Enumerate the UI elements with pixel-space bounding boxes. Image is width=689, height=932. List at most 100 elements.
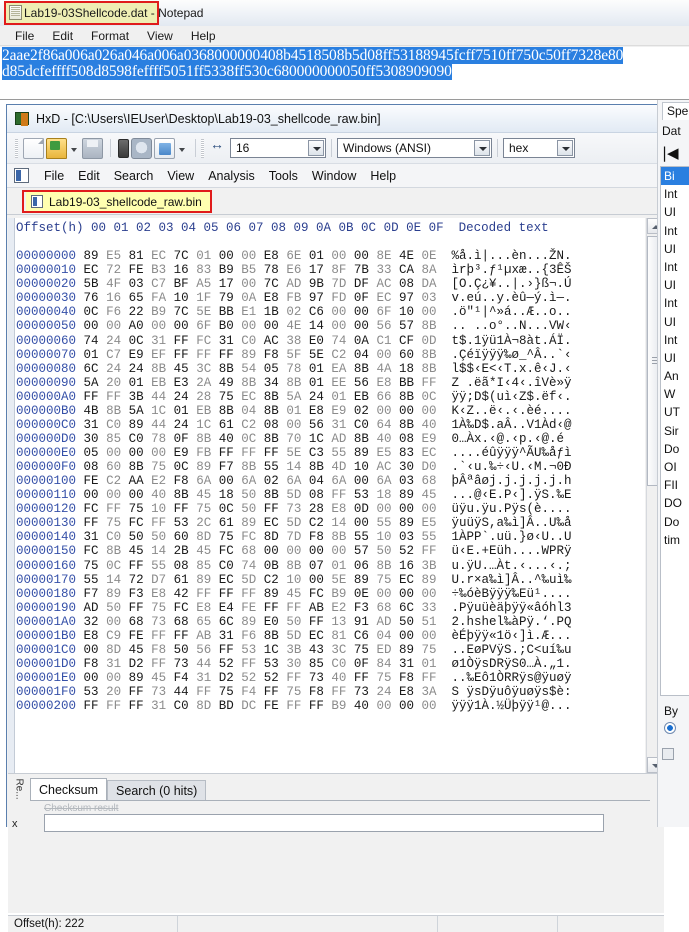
- hex-row-ascii[interactable]: .Çéïÿÿÿ‰ø_^Â..`‹: [437, 348, 572, 362]
- hex-byte[interactable]: 0C: [174, 460, 189, 474]
- hex-byte[interactable]: FF: [241, 587, 256, 601]
- hex-row-bytes[interactable]: FC 8B 45 14 2B 45 FC 68 00 00 00 00 57 5…: [76, 544, 437, 558]
- hex-byte[interactable]: E4: [219, 601, 234, 615]
- hex-byte[interactable]: 5E: [309, 348, 324, 362]
- hex-byte[interactable]: FF: [309, 615, 324, 629]
- hex-byte[interactable]: AD: [286, 277, 301, 291]
- hex-byte[interactable]: C0: [106, 418, 121, 432]
- hex-byte[interactable]: 00: [422, 587, 437, 601]
- hex-byte[interactable]: 00: [422, 699, 437, 713]
- hex-byte[interactable]: 00: [422, 502, 437, 516]
- hex-byte[interactable]: 00: [84, 319, 99, 333]
- hex-byte[interactable]: EE: [331, 376, 346, 390]
- hex-row-bytes[interactable]: 01 C7 E9 EF FF FF FF 89 F8 5F 5E C2 04 0…: [76, 348, 437, 362]
- hex-byte[interactable]: 00: [376, 502, 391, 516]
- hex-row-bytes[interactable]: 05 00 00 00 E9 FB FF FF FF 5E C3 55 89 E…: [76, 446, 437, 460]
- hex-byte[interactable]: C0: [241, 334, 256, 348]
- hxd-menu-tools[interactable]: Tools: [262, 166, 305, 186]
- hex-byte[interactable]: 56: [196, 643, 211, 657]
- hex-byte[interactable]: 8B: [241, 460, 256, 474]
- inspector-row[interactable]: Do: [661, 513, 689, 531]
- hex-byte[interactable]: FC: [219, 544, 234, 558]
- hex-byte[interactable]: 45: [196, 488, 211, 502]
- hex-byte[interactable]: C2: [241, 418, 256, 432]
- hex-byte[interactable]: 0C: [219, 502, 234, 516]
- offset-base-dropdown-icon[interactable]: [557, 140, 573, 156]
- hex-byte[interactable]: BD: [219, 699, 234, 713]
- hex-byte[interactable]: FF: [129, 601, 144, 615]
- hex-byte[interactable]: 8B: [174, 488, 189, 502]
- toolbar-grip-1[interactable]: [15, 139, 18, 158]
- hex-byte[interactable]: 75: [219, 685, 234, 699]
- hex-byte[interactable]: C0: [129, 432, 144, 446]
- hex-row-bytes[interactable]: EC 72 FE B3 16 83 B9 B5 78 E6 17 8F 7B 3…: [76, 263, 437, 277]
- inspector-row[interactable]: tim: [661, 531, 689, 549]
- hex-byte[interactable]: 5A: [129, 404, 144, 418]
- hex-row-ascii[interactable]: [O.Ç¿¥..|.›}ß¬.Ú: [437, 277, 572, 291]
- hex-byte[interactable]: FF: [84, 516, 99, 530]
- hex-byte[interactable]: 31: [151, 334, 166, 348]
- hex-byte[interactable]: A5: [196, 277, 211, 291]
- hex-byte[interactable]: FF: [106, 699, 121, 713]
- hex-byte[interactable]: 04: [241, 404, 256, 418]
- hex-byte[interactable]: D2: [219, 671, 234, 685]
- hex-byte[interactable]: 14: [309, 319, 324, 333]
- hex-byte[interactable]: B9: [331, 587, 346, 601]
- hex-byte[interactable]: 00: [219, 474, 234, 488]
- hex-byte[interactable]: EC: [309, 629, 324, 643]
- hex-byte[interactable]: D2: [129, 657, 144, 671]
- hex-byte[interactable]: 45: [129, 544, 144, 558]
- hex-byte[interactable]: 68: [376, 601, 391, 615]
- inspector-row[interactable]: Sir: [661, 422, 689, 440]
- hex-byte[interactable]: 56: [309, 418, 324, 432]
- hex-byte[interactable]: 00: [241, 319, 256, 333]
- hex-byte[interactable]: 00: [264, 319, 279, 333]
- hex-byte[interactable]: 5F: [286, 348, 301, 362]
- hex-byte[interactable]: 4E: [286, 319, 301, 333]
- hex-byte[interactable]: FF: [422, 544, 437, 558]
- hex-byte[interactable]: 44: [196, 657, 211, 671]
- hex-byte[interactable]: 8B: [422, 362, 437, 376]
- hex-byte[interactable]: FE: [264, 699, 279, 713]
- hxd-menu-help[interactable]: Help: [363, 166, 403, 186]
- hex-byte[interactable]: 14: [286, 460, 301, 474]
- hex-byte[interactable]: 31: [219, 629, 234, 643]
- hex-byte[interactable]: E9: [174, 446, 189, 460]
- hex-byte[interactable]: 00: [84, 643, 99, 657]
- hex-row-bytes[interactable]: 32 00 68 73 68 65 6C 89 E0 50 FF 13 91 A…: [76, 615, 437, 629]
- hex-row-ascii[interactable]: .Pÿuüèäþÿÿ«âóhl3: [437, 601, 572, 615]
- hex-byte[interactable]: 75: [106, 516, 121, 530]
- hex-byte[interactable]: E5: [376, 446, 391, 460]
- hex-byte[interactable]: 4F: [106, 277, 121, 291]
- hex-byte[interactable]: CA: [399, 263, 414, 277]
- hex-byte[interactable]: F8: [84, 657, 99, 671]
- hex-byte[interactable]: 32: [84, 615, 99, 629]
- hex-byte[interactable]: F6: [106, 305, 121, 319]
- open-disk-icon[interactable]: [118, 139, 129, 158]
- hex-byte[interactable]: A0: [129, 319, 144, 333]
- hex-row-bytes[interactable]: 89 E5 81 EC 7C 01 00 00 E8 6E 01 00 00 8…: [76, 249, 437, 263]
- hex-byte[interactable]: EC: [219, 573, 234, 587]
- hex-byte[interactable]: 5D: [286, 488, 301, 502]
- hex-byte[interactable]: 75: [219, 530, 234, 544]
- hex-byte[interactable]: 30: [286, 657, 301, 671]
- hex-byte[interactable]: 75: [286, 685, 301, 699]
- hex-byte[interactable]: 00: [286, 418, 301, 432]
- hex-byte[interactable]: 40: [151, 488, 166, 502]
- hex-byte[interactable]: 3B: [422, 559, 437, 573]
- hex-byte[interactable]: 7C: [174, 249, 189, 263]
- hex-byte[interactable]: FF: [174, 629, 189, 643]
- hex-byte[interactable]: FF: [196, 587, 211, 601]
- hex-byte[interactable]: 10: [286, 573, 301, 587]
- hex-byte[interactable]: 8B: [241, 376, 256, 390]
- hex-byte[interactable]: E8: [264, 249, 279, 263]
- hex-byte[interactable]: 3B: [129, 390, 144, 404]
- hex-byte[interactable]: 61: [219, 516, 234, 530]
- hex-editor-pane[interactable]: Offset(h) 00 01 02 03 04 05 06 07 08 09 …: [8, 218, 645, 773]
- hex-byte[interactable]: 08: [399, 277, 414, 291]
- hex-byte[interactable]: 10: [151, 502, 166, 516]
- hex-byte[interactable]: FF: [151, 516, 166, 530]
- notepad-menu-help[interactable]: Help: [182, 27, 225, 45]
- hex-byte[interactable]: 8D: [106, 643, 121, 657]
- hex-row-ascii[interactable]: .ö"¹|^»á..Æ..o..: [437, 305, 572, 319]
